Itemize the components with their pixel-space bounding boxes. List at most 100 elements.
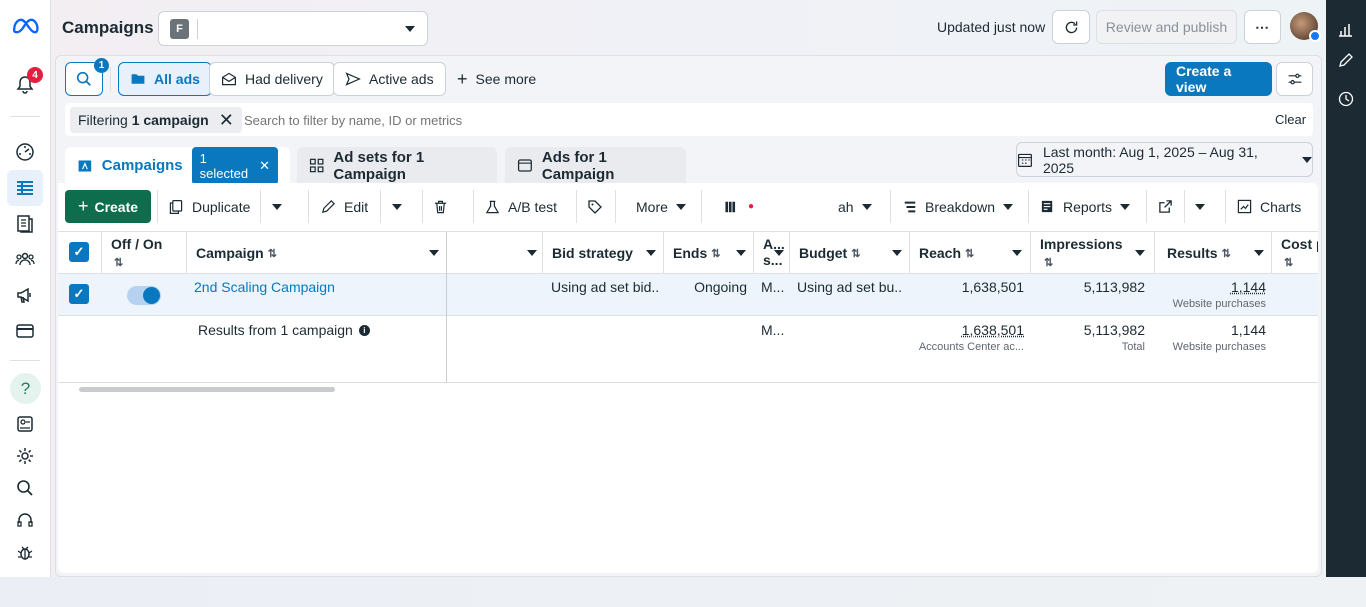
support-headset-icon[interactable] (13, 509, 37, 533)
more-button[interactable]: More (636, 190, 686, 223)
horizontal-scrollbar[interactable] (79, 387, 335, 392)
header-campaign[interactable]: Campaign ⇅ (196, 232, 441, 274)
campaign-toggle[interactable] (127, 286, 161, 305)
sort-icon[interactable]: ⇅ (1222, 247, 1231, 260)
export-dropdown[interactable] (1195, 190, 1205, 223)
header-attribution[interactable]: A... s... (763, 236, 787, 268)
header-results[interactable]: Results ⇅ (1167, 232, 1266, 274)
close-icon[interactable]: ✕ (259, 158, 270, 174)
chip-see-more[interactable]: + See more (446, 62, 547, 96)
bug-report-icon[interactable] (13, 541, 37, 565)
select-all-checkbox[interactable]: ✓ (69, 242, 89, 262)
audiences-icon[interactable] (13, 247, 37, 271)
chevron-down-icon[interactable] (774, 250, 784, 256)
toolbar-divider (260, 190, 261, 223)
search-icon[interactable] (13, 476, 37, 500)
header-cost-per-result[interactable]: Cost p ⇅ (1281, 236, 1318, 272)
chip-had-delivery[interactable]: Had delivery (209, 62, 335, 96)
bar-chart-icon[interactable] (1338, 22, 1354, 38)
settings-gear-icon[interactable] (13, 444, 37, 468)
sort-icon[interactable]: ⇅ (851, 247, 860, 260)
search-toggle-button[interactable]: 1 (65, 58, 109, 96)
megaphone-icon[interactable] (13, 283, 37, 307)
header-ends[interactable]: Ends ⇅ (673, 232, 748, 274)
edit-button[interactable]: Edit (321, 190, 368, 223)
chevron-down-icon[interactable] (646, 250, 656, 256)
create-button[interactable]: + Create (65, 190, 151, 223)
header-label: Bid strategy (552, 245, 633, 261)
external-link-icon (1159, 200, 1172, 213)
create-view-button[interactable]: Create a view (1165, 62, 1272, 96)
chevron-down-icon[interactable] (429, 250, 439, 256)
duplicate-button[interactable]: Duplicate (168, 190, 250, 223)
chip-label: All ads (154, 71, 200, 87)
selection-pill[interactable]: 1 selected ✕ (191, 146, 278, 185)
refresh-button[interactable] (1052, 10, 1090, 44)
meta-logo-icon[interactable] (11, 14, 39, 38)
sort-icon[interactable]: ⇅ (1284, 257, 1293, 269)
tab-campaigns[interactable]: Campaigns 1 selected ✕ (65, 146, 290, 185)
chevron-down-icon[interactable] (892, 250, 902, 256)
sort-icon[interactable]: ⇅ (268, 247, 277, 260)
date-range-picker[interactable]: Last month: Aug 1, 2025 – Aug 31, 2025 (1016, 142, 1313, 177)
refresh-icon (1065, 21, 1077, 33)
header-reach[interactable]: Reach ⇅ (919, 232, 1024, 274)
columns-button[interactable]: ● (724, 190, 754, 223)
header-bid-strategy[interactable]: Bid strategy (552, 232, 658, 274)
chevron-down-icon[interactable] (1254, 250, 1264, 256)
cell-results[interactable]: 1,144 (1164, 279, 1266, 295)
more-options-button[interactable]: ⋯ (1244, 10, 1281, 44)
info-icon[interactable]: i (358, 324, 370, 336)
header-off-on[interactable]: Off / On ⇅ (111, 236, 162, 272)
header-budget[interactable]: Budget ⇅ (799, 232, 904, 274)
campaign-name-link[interactable]: 2nd Scaling Campaign (194, 279, 335, 295)
chip-active-ads[interactable]: Active ads (333, 62, 446, 96)
duplicate-dropdown[interactable] (272, 190, 282, 223)
view-settings-button[interactable] (1276, 62, 1313, 96)
delete-button[interactable] (433, 190, 448, 223)
chip-all-ads[interactable]: All ads (118, 62, 212, 96)
reports-button[interactable]: Reports (1040, 190, 1131, 223)
tab-ads[interactable]: Ads for 1 Campaign (505, 147, 686, 184)
columns-preset-dropdown[interactable]: ah (838, 190, 872, 223)
clear-filters-link[interactable]: Clear (1275, 112, 1306, 127)
sort-icon[interactable]: ⇅ (114, 257, 123, 269)
review-and-publish-button[interactable]: Review and publish (1096, 10, 1237, 44)
ad-window-icon (517, 159, 532, 172)
breakdown-button[interactable]: Breakdown (903, 190, 1014, 223)
col-divider (909, 232, 910, 274)
filter-search-input[interactable] (244, 110, 1144, 130)
header-impressions[interactable]: Impressions ⇅ (1040, 236, 1145, 272)
filter-tag[interactable]: Filtering 1 campaign ✕ (70, 107, 242, 133)
chevron-down-icon[interactable] (1135, 250, 1145, 256)
row-checkbox[interactable]: ✓ (69, 284, 89, 304)
close-icon[interactable]: ✕ (219, 111, 234, 129)
tag-button[interactable] (587, 190, 603, 223)
billing-card-icon[interactable] (13, 319, 37, 343)
pencil-edit-icon[interactable] (1338, 52, 1354, 68)
sort-icon[interactable]: ⇅ (711, 247, 720, 260)
export-button[interactable] (1158, 190, 1173, 223)
history-clock-icon[interactable] (1338, 91, 1354, 107)
gauge-icon[interactable] (13, 140, 37, 164)
account-overview-icon[interactable] (13, 412, 37, 436)
check-icon: ✓ (73, 244, 85, 259)
table-icon[interactable] (13, 176, 37, 200)
edit-dropdown[interactable] (392, 190, 402, 223)
user-avatar[interactable] (1290, 12, 1321, 42)
sort-icon[interactable]: ⇅ (1044, 257, 1053, 269)
charts-button[interactable]: Charts (1237, 190, 1301, 223)
chevron-down-icon[interactable] (527, 250, 537, 256)
account-selector[interactable]: F (158, 11, 428, 46)
pages-icon[interactable] (13, 212, 37, 236)
chevron-down-icon[interactable] (736, 250, 746, 256)
summary-results: 1,144 (1230, 322, 1266, 338)
ab-test-button[interactable]: A/B test (485, 190, 557, 223)
sort-icon[interactable]: ⇅ (965, 247, 974, 260)
help-icon[interactable]: ? (10, 373, 41, 404)
toolbar-divider (422, 190, 423, 223)
send-icon (345, 72, 361, 86)
chevron-down-icon[interactable] (1012, 250, 1022, 256)
tab-ad-sets[interactable]: Ad sets for 1 Campaign (297, 147, 497, 184)
summary-reach[interactable]: 1,638,501 (919, 322, 1024, 338)
